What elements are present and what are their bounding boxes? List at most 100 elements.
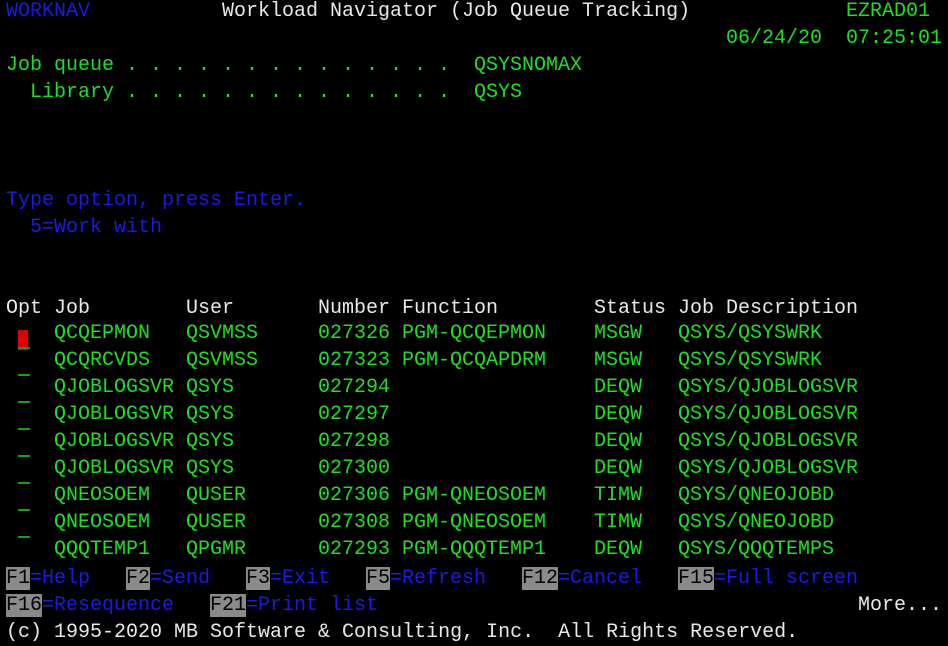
cell-jobd: QSYS/QJOBLOGSVR — [678, 457, 859, 480]
header-opt: Opt — [6, 297, 43, 320]
option-input[interactable] — [18, 455, 30, 457]
cell-jobd: QSYS/QNEOJOBD — [678, 511, 835, 534]
fkey-label: F21 — [210, 594, 247, 617]
option-input[interactable] — [18, 401, 30, 403]
library-label: Library . . . . . . . . . . . . . . — [30, 81, 451, 104]
cell-status: TIMW — [594, 511, 643, 534]
cell-user: QSVMSS — [186, 322, 259, 345]
system-name: EZRAD01 — [846, 0, 931, 23]
cell-job: QJOBLOGSVR — [54, 430, 175, 453]
cell-status: DEQW — [594, 457, 643, 480]
header-job-description: Job Description — [678, 297, 859, 320]
cell-number: 027293 — [318, 538, 391, 561]
option-input[interactable] — [18, 536, 30, 538]
more-indicator: More... — [858, 594, 943, 617]
cell-user: QSYS — [186, 403, 235, 426]
cell-status: DEQW — [594, 430, 643, 453]
cell-user: QSYS — [186, 376, 235, 399]
cell-jobd: QSYS/QSYSWRK — [678, 349, 823, 372]
fkey-description: =Resequence — [42, 594, 175, 617]
cell-job: QJOBLOGSVR — [54, 403, 175, 426]
fkey-label: F16 — [6, 594, 43, 617]
copyright: (c) 1995-2020 MB Software & Consulting, … — [6, 621, 799, 644]
cell-job: QCQRCVDS — [54, 349, 151, 372]
fkey-label: F2 — [126, 567, 151, 590]
cell-function: PGM-QCQAPDRM — [402, 349, 547, 372]
cell-number: 027298 — [318, 430, 391, 453]
cell-jobd: QSYS/QQQTEMPS — [678, 538, 835, 561]
cell-job: QNEOSOEM — [54, 484, 151, 507]
cell-job: QCQEPMON — [54, 322, 151, 345]
fkey-label: F15 — [678, 567, 715, 590]
fkey-label: F12 — [522, 567, 559, 590]
cell-status: DEQW — [594, 538, 643, 561]
cell-number: 027326 — [318, 322, 391, 345]
option-input[interactable] — [18, 428, 30, 430]
fkey-description: =Send — [150, 567, 211, 590]
fkey-f2[interactable]: F2=Send — [126, 565, 210, 592]
fkey-description: =Help — [30, 567, 91, 590]
cell-function: PGM-QNEOSOEM — [402, 511, 547, 534]
cell-number: 027297 — [318, 403, 391, 426]
cell-number: 027300 — [318, 457, 391, 480]
fkey-f15[interactable]: F15=Full screen — [678, 565, 858, 592]
time: 07:25:01 — [846, 27, 943, 50]
header-number: Number — [318, 297, 391, 320]
cell-job: QJOBLOGSVR — [54, 376, 175, 399]
fkey-description: =Exit — [270, 567, 331, 590]
fkey-f16[interactable]: F16=Resequence — [6, 592, 174, 619]
cell-status: DEQW — [594, 403, 643, 426]
cell-user: QSYS — [186, 430, 235, 453]
cell-number: 027294 — [318, 376, 391, 399]
cell-status: DEQW — [594, 376, 643, 399]
cell-user: QSVMSS — [186, 349, 259, 372]
header-status: Status — [594, 297, 667, 320]
cell-user: QUSER — [186, 484, 247, 507]
cell-jobd: QSYS/QSYSWRK — [678, 322, 823, 345]
instruction-text: Type option, press Enter. — [6, 189, 307, 212]
cell-job: QNEOSOEM — [54, 511, 151, 534]
header-function: Function — [402, 297, 499, 320]
option-input[interactable] — [18, 347, 30, 349]
cell-number: 027306 — [318, 484, 391, 507]
fkey-f21[interactable]: F21=Print list — [210, 592, 378, 619]
library-value: QSYS — [474, 81, 523, 104]
fkey-description: =Full screen — [714, 567, 859, 590]
screen-title: Workload Navigator (Job Queue Tracking) — [222, 0, 691, 23]
cell-user: QUSER — [186, 511, 247, 534]
fkey-description: =Cancel — [558, 567, 643, 590]
cell-number: 027308 — [318, 511, 391, 534]
cell-function: PGM-QNEOSOEM — [402, 484, 547, 507]
cell-status: TIMW — [594, 484, 643, 507]
fkey-label: F5 — [366, 567, 391, 590]
cell-jobd: QSYS/QJOBLOGSVR — [678, 403, 859, 426]
header-user: User — [186, 297, 235, 320]
job-queue-value: QSYSNOMAX — [474, 54, 583, 77]
cell-job: QQQTEMP1 — [54, 538, 151, 561]
option-input[interactable] — [18, 374, 30, 376]
cell-job: QJOBLOGSVR — [54, 457, 175, 480]
fkey-label: F1 — [6, 567, 31, 590]
cell-jobd: QSYS/QJOBLOGSVR — [678, 430, 859, 453]
cell-user: QSYS — [186, 457, 235, 480]
option-legend: 5=Work with — [30, 216, 163, 239]
fkey-f3[interactable]: F3=Exit — [246, 565, 330, 592]
option-input[interactable] — [18, 509, 30, 511]
cell-number: 027323 — [318, 349, 391, 372]
cell-function: PGM-QCQEPMON — [402, 322, 547, 345]
option-input[interactable] — [18, 482, 30, 484]
cell-user: QPGMR — [186, 538, 247, 561]
fkey-f5[interactable]: F5=Refresh — [366, 565, 486, 592]
fkey-label: F3 — [246, 567, 271, 590]
cell-status: MSGW — [594, 322, 643, 345]
fkey-description: =Refresh — [390, 567, 487, 590]
cell-status: MSGW — [594, 349, 643, 372]
fkey-description: =Print list — [246, 594, 379, 617]
fkey-f12[interactable]: F12=Cancel — [522, 565, 642, 592]
date: 06/24/20 — [726, 27, 823, 50]
cell-function: PGM-QQQTEMP1 — [402, 538, 547, 561]
fkey-f1[interactable]: F1=Help — [6, 565, 90, 592]
header-job: Job — [54, 297, 91, 320]
cell-jobd: QSYS/QNEOJOBD — [678, 484, 835, 507]
program-name: WORKNAV — [6, 0, 91, 23]
